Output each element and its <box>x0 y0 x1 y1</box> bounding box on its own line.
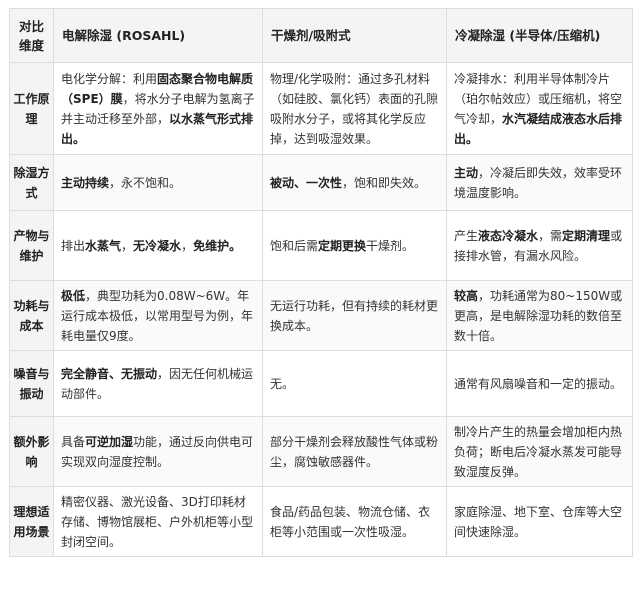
header-desiccant: 干燥剂/吸附式 <box>262 8 447 63</box>
cell-text: ， <box>181 238 194 253</box>
cell-text: ，功耗通常为80~150W或更高，是电解除湿功耗的数倍至数十倍。 <box>454 288 623 343</box>
emphasis-text: 极低 <box>61 288 86 303</box>
emphasis-text: 被动、一次性 <box>270 175 343 190</box>
emphasis-text: 较高 <box>454 288 479 303</box>
cell-text: 物理/化学吸附：通过多孔材料（如硅胶、氯化钙）表面的孔隙吸附水分子，或将其化学反… <box>270 71 439 146</box>
table-row: 理想适用场景 精密仪器、激光设备、3D打印耗材存储、博物馆展柜、户外机柜等小型封… <box>9 486 633 557</box>
cell-condensing: 主动，冷凝后即失效，效率受环境温度影响。 <box>446 154 633 211</box>
emphasis-text: 定期更换 <box>318 238 367 253</box>
cell-desiccant: 食品/药品包装、物流仓储、衣柜等小范围或一次性吸湿。 <box>262 486 447 557</box>
cell-text: ， <box>121 238 134 253</box>
table-row: 额外影响 具备可逆加湿功能，通过反向供电可实现双向湿度控制。 部分干燥剂会释放酸… <box>9 416 633 487</box>
emphasis-text: 可逆加湿 <box>85 434 134 449</box>
cell-electrolytic: 完全静音、无振动，因无任何机械运动部件。 <box>53 350 263 417</box>
row-label: 产物与维护 <box>9 210 54 281</box>
emphasis-text: 完全静音、无振动 <box>61 366 158 381</box>
cell-desiccant: 部分干燥剂会释放酸性气体或粉尘，腐蚀敏感器件。 <box>262 416 447 487</box>
cell-text: 电化学分解：利用 <box>61 71 158 86</box>
table-header-row: 对比维度 电解除湿 (ROSAHL) 干燥剂/吸附式 冷凝除湿 (半导体/压缩机… <box>9 8 633 63</box>
emphasis-text: 无冷凝水 <box>133 238 182 253</box>
cell-text: 家庭除湿、地下室、仓库等大空间快速除湿。 <box>454 504 623 539</box>
cell-condensing: 冷凝排水：利用半导体制冷片（珀尔帖效应）或压缩机，将空气冷却，水汽凝结成液态水后… <box>446 62 633 155</box>
cell-desiccant: 无。 <box>262 350 447 417</box>
table-body: 工作原理 电化学分解：利用固态聚合物电解质（SPE）膜，将水分子电解为氢离子并主… <box>9 62 633 557</box>
cell-desiccant: 物理/化学吸附：通过多孔材料（如硅胶、氯化钙）表面的孔隙吸附水分子，或将其化学反… <box>262 62 447 155</box>
table-row: 噪音与振动 完全静音、无振动，因无任何机械运动部件。 无。 通常有风扇噪音和一定… <box>9 350 633 417</box>
cell-electrolytic: 精密仪器、激光设备、3D打印耗材存储、博物馆展柜、户外机柜等小型封闭空间。 <box>53 486 263 557</box>
cell-desiccant: 无运行功耗，但有持续的耗材更换成本。 <box>262 280 447 351</box>
emphasis-text: 定期清理 <box>562 228 611 243</box>
cell-text: ，永不饱和。 <box>109 175 182 190</box>
row-label: 额外影响 <box>9 416 54 487</box>
cell-electrolytic: 排出水蒸气，无冷凝水，免维护。 <box>53 210 263 281</box>
cell-text: 饱和后需 <box>270 238 319 253</box>
row-label: 工作原理 <box>9 62 54 155</box>
cell-condensing: 产生液态冷凝水，需定期清理或接排水管，有漏水风险。 <box>446 210 633 281</box>
cell-text: 通常有风扇噪音和一定的振动。 <box>454 376 623 391</box>
row-label: 理想适用场景 <box>9 486 54 557</box>
cell-text: 具备 <box>61 434 86 449</box>
cell-text: 部分干燥剂会释放酸性气体或粉尘，腐蚀敏感器件。 <box>270 434 439 469</box>
cell-text: 排出 <box>61 238 86 253</box>
cell-text: 产生 <box>454 228 479 243</box>
emphasis-text: 液态冷凝水 <box>478 228 539 243</box>
row-label: 除湿方式 <box>9 154 54 211</box>
cell-desiccant: 饱和后需定期更换干燥剂。 <box>262 210 447 281</box>
header-dimension: 对比维度 <box>9 8 54 63</box>
cell-text: ，饱和即失效。 <box>342 175 427 190</box>
header-electrolytic: 电解除湿 (ROSAHL) <box>53 8 263 63</box>
cell-text: 食品/药品包装、物流仓储、衣柜等小范围或一次性吸湿。 <box>270 504 431 539</box>
cell-condensing: 通常有风扇噪音和一定的振动。 <box>446 350 633 417</box>
cell-electrolytic: 具备可逆加湿功能，通过反向供电可实现双向湿度控制。 <box>53 416 263 487</box>
cell-condensing: 家庭除湿、地下室、仓库等大空间快速除湿。 <box>446 486 633 557</box>
cell-text: ，需 <box>538 228 563 243</box>
table-row: 产物与维护 排出水蒸气，无冷凝水，免维护。 饱和后需定期更换干燥剂。 产生液态冷… <box>9 210 633 281</box>
row-label: 噪音与振动 <box>9 350 54 417</box>
table-row: 功耗与成本 极低，典型功耗为0.08W~6W。年运行成本极低，以常用型号为例，年… <box>9 280 633 351</box>
table-row: 除湿方式 主动持续，永不饱和。 被动、一次性，饱和即失效。 主动，冷凝后即失效，… <box>9 154 633 211</box>
cell-text: ，冷凝后即失效，效率受环境温度影响。 <box>454 165 623 200</box>
page: 对比维度 电解除湿 (ROSAHL) 干燥剂/吸附式 冷凝除湿 (半导体/压缩机… <box>0 0 643 593</box>
cell-electrolytic: 极低，典型功耗为0.08W~6W。年运行成本极低，以常用型号为例，年耗电量仅9度… <box>53 280 263 351</box>
emphasis-text: 水蒸气 <box>85 238 122 253</box>
cell-text: 干燥剂。 <box>366 238 415 253</box>
cell-text: ，典型功耗为0.08W~6W。年运行成本极低，以常用型号为例，年耗电量仅9度。 <box>61 288 254 343</box>
cell-text: 无运行功耗，但有持续的耗材更换成本。 <box>270 298 439 333</box>
emphasis-text: 主动持续 <box>61 175 110 190</box>
row-label: 功耗与成本 <box>9 280 54 351</box>
cell-text: 无。 <box>270 376 295 391</box>
cell-condensing: 制冷片产生的热量会增加柜内热负荷；断电后冷凝水蒸发可能导致湿度反弹。 <box>446 416 633 487</box>
emphasis-text: 免维护。 <box>193 238 242 253</box>
table-row: 工作原理 电化学分解：利用固态聚合物电解质（SPE）膜，将水分子电解为氢离子并主… <box>9 62 633 155</box>
comparison-table: 对比维度 电解除湿 (ROSAHL) 干燥剂/吸附式 冷凝除湿 (半导体/压缩机… <box>9 8 633 557</box>
cell-electrolytic: 电化学分解：利用固态聚合物电解质（SPE）膜，将水分子电解为氢离子并主动迁移至外… <box>53 62 263 155</box>
header-condensing: 冷凝除湿 (半导体/压缩机) <box>446 8 633 63</box>
cell-electrolytic: 主动持续，永不饱和。 <box>53 154 263 211</box>
cell-condensing: 较高，功耗通常为80~150W或更高，是电解除湿功耗的数倍至数十倍。 <box>446 280 633 351</box>
cell-desiccant: 被动、一次性，饱和即失效。 <box>262 154 447 211</box>
emphasis-text: 主动 <box>454 165 479 180</box>
cell-text: 制冷片产生的热量会增加柜内热负荷；断电后冷凝水蒸发可能导致湿度反弹。 <box>454 424 623 479</box>
cell-text: 精密仪器、激光设备、3D打印耗材存储、博物馆展柜、户外机柜等小型封闭空间。 <box>61 494 254 549</box>
